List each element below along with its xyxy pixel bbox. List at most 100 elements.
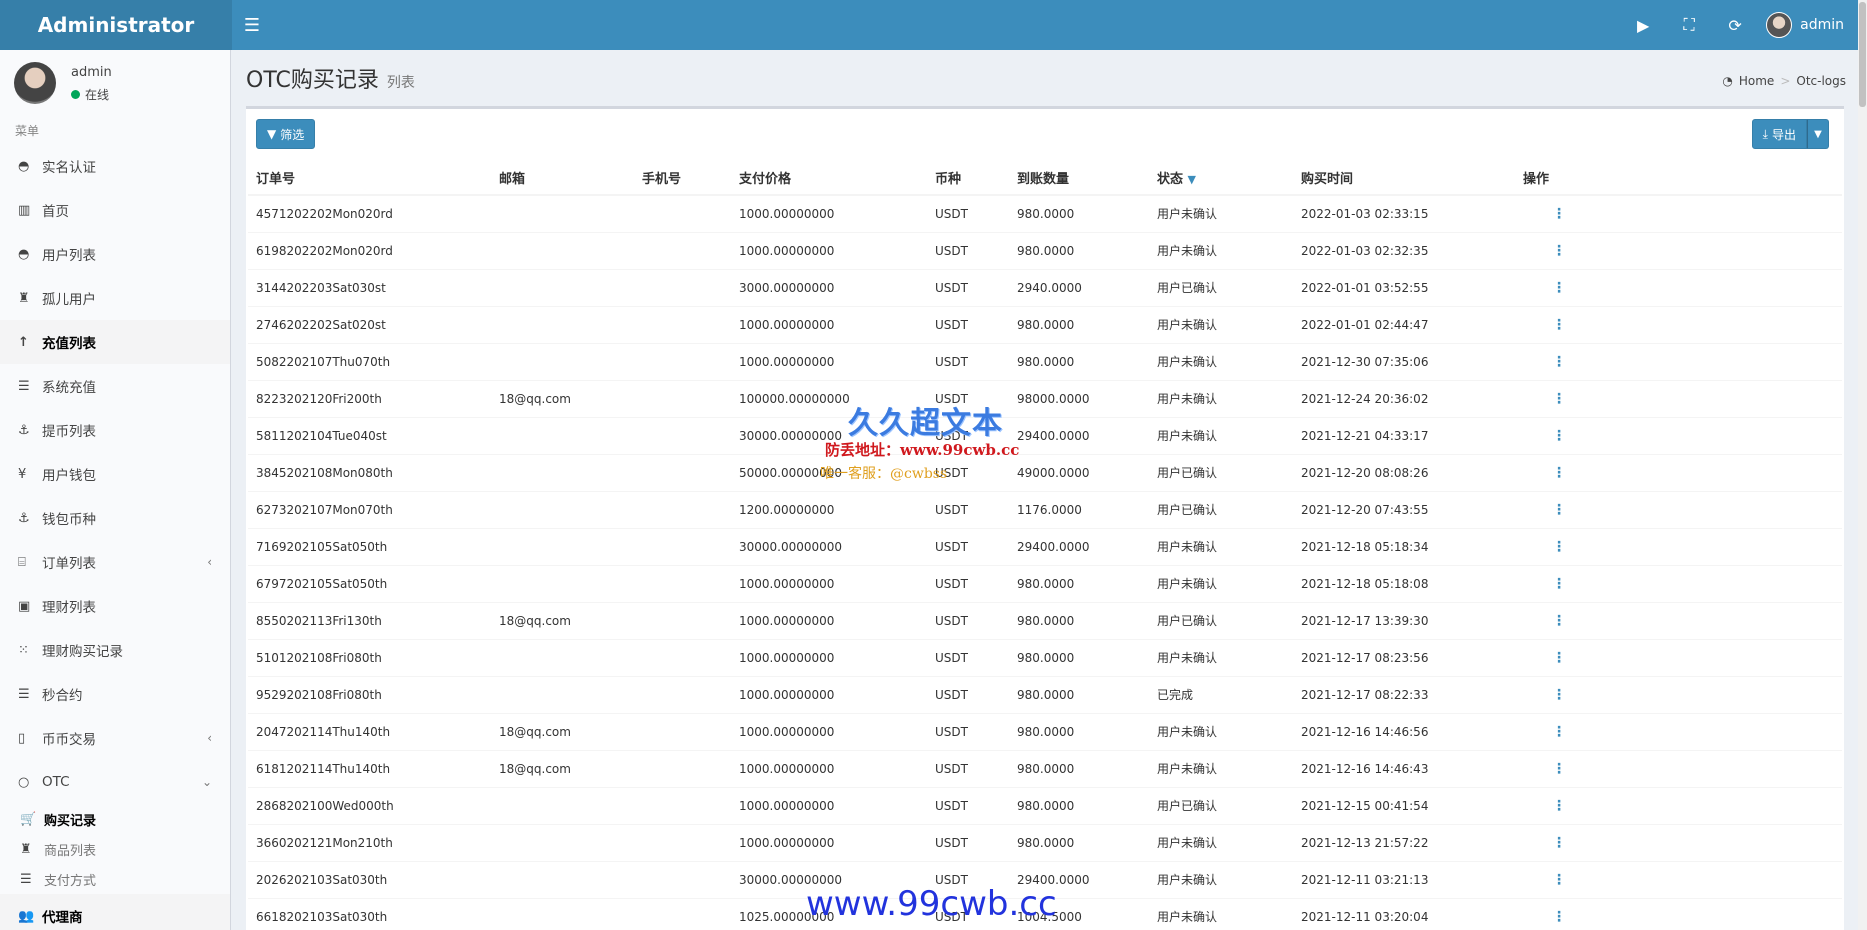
- export-dropdown-toggle[interactable]: ▼: [1807, 119, 1829, 149]
- table-cell: 2021-12-17 08:22:33: [1293, 675, 1515, 713]
- column-header[interactable]: 币种: [927, 160, 1009, 196]
- table-cell: 用户未确认: [1149, 564, 1293, 602]
- row-actions-icon[interactable]: ⋮: [1515, 416, 1595, 454]
- refresh-icon[interactable]: ⟳: [1712, 0, 1758, 50]
- sidebar-item-user-wallet[interactable]: ¥ 用户钱包: [0, 452, 230, 496]
- sidebar-item-realname[interactable]: ◓ 实名认证: [0, 144, 230, 188]
- sidebar-item-orders[interactable]: ⌸ 订单列表 ‹: [0, 540, 230, 584]
- table-cell: [634, 453, 731, 491]
- sidebar-item-home[interactable]: ▥ 首页: [0, 188, 230, 232]
- sidebar-item-deposits[interactable]: ↑ 充值列表: [0, 320, 230, 364]
- row-actions-icon[interactable]: ⋮: [1515, 379, 1595, 417]
- row-actions-icon[interactable]: ⋮: [1515, 527, 1595, 565]
- play-icon[interactable]: ▶: [1620, 0, 1666, 50]
- table-cell: [634, 231, 731, 269]
- user-icon: ◓: [18, 158, 30, 174]
- scrollbar-thumb[interactable]: [1859, 2, 1866, 107]
- row-actions-icon[interactable]: ⋮: [1515, 268, 1595, 306]
- row-actions-icon[interactable]: ⋮: [1515, 564, 1595, 602]
- table-cell: 980.0000: [1009, 638, 1149, 676]
- sidebar-item-second-contract[interactable]: ☰ 秒合约: [0, 672, 230, 716]
- user-menu[interactable]: admin: [1758, 0, 1858, 50]
- table-cell: 2021-12-16 14:46:43: [1293, 749, 1515, 787]
- table-cell: [634, 675, 731, 713]
- brand-logo[interactable]: Administrator: [0, 0, 232, 50]
- table-cell: 18@qq.com: [491, 749, 634, 787]
- row-actions-icon[interactable]: ⋮: [1515, 231, 1595, 269]
- table-cell-spacer: [1595, 564, 1842, 602]
- row-actions-icon[interactable]: ⋮: [1515, 194, 1595, 232]
- table-cell: 7169202105Sat050th: [248, 527, 491, 565]
- table-cell: [634, 786, 731, 824]
- column-header[interactable]: 手机号: [634, 160, 731, 196]
- sidebar-item-system-deposit[interactable]: ☰ 系统充值: [0, 364, 230, 408]
- table-cell: 2022-01-01 02:44:47: [1293, 305, 1515, 343]
- row-actions-icon[interactable]: ⋮: [1515, 749, 1595, 787]
- sidebar-item-finance-purchases[interactable]: ⁙ 理财购买记录: [0, 628, 230, 672]
- table-row: 3144202203Sat030st 3000.00000000 USDT 2940.…: [248, 268, 1842, 306]
- page-scrollbar[interactable]: [1858, 0, 1867, 930]
- column-header[interactable]: 订单号: [248, 160, 491, 196]
- row-actions-icon[interactable]: ⋮: [1515, 860, 1595, 898]
- sidebar-item-finance[interactable]: ▣ 理财列表: [0, 584, 230, 628]
- book-icon: ▣: [18, 598, 31, 614]
- row-actions-icon[interactable]: ⋮: [1515, 675, 1595, 713]
- table-cell-spacer: [1595, 712, 1842, 750]
- table-cell: USDT: [927, 268, 1009, 306]
- sidebar-subitem-payment-methods[interactable]: ☰ 支付方式: [0, 864, 230, 894]
- download-icon: ⤓: [1762, 126, 1768, 141]
- table-cell: 5101202108Fri080th: [248, 638, 491, 676]
- table-cell: 用户未确认: [1149, 823, 1293, 861]
- breadcrumb-home[interactable]: Home: [1739, 74, 1774, 88]
- row-actions-icon[interactable]: ⋮: [1515, 601, 1595, 639]
- navbar-right: ▶ ⛶ ⟳ admin: [1620, 0, 1858, 50]
- row-actions-icon[interactable]: ⋮: [1515, 786, 1595, 824]
- table-cell: 用户未确认: [1149, 305, 1293, 343]
- table-cell: 2021-12-17 13:39:30: [1293, 601, 1515, 639]
- column-header[interactable]: 支付价格: [731, 160, 927, 196]
- sidebar-item-users[interactable]: ◓ 用户列表: [0, 232, 230, 276]
- table-cell: 用户未确认: [1149, 712, 1293, 750]
- row-actions-icon[interactable]: ⋮: [1515, 305, 1595, 343]
- column-header[interactable]: 到账数量: [1009, 160, 1149, 196]
- sidebar-subitem-purchase-records[interactable]: 🛒 购买记录: [0, 804, 230, 834]
- table-cell: USDT: [927, 490, 1009, 528]
- sidebar-item-orphan-users[interactable]: ♜ 孤儿用户: [0, 276, 230, 320]
- column-header[interactable]: 购买时间: [1293, 160, 1515, 196]
- records-box: ▼ 筛选 ⤓ 导出 ▼ 订单号 邮箱 手机号 支付价格 币种 到账数量 状态 ▼: [246, 106, 1844, 930]
- table-cell-spacer: [1595, 860, 1842, 898]
- export-button[interactable]: ⤓ 导出: [1751, 119, 1807, 149]
- sidebar-item-agents[interactable]: 👥 代理商: [0, 894, 230, 930]
- filter-icon[interactable]: ▼: [1188, 173, 1196, 186]
- row-actions-icon[interactable]: ⋮: [1515, 897, 1595, 930]
- row-actions-icon[interactable]: ⋮: [1515, 342, 1595, 380]
- anchor-icon: ⚓: [18, 510, 30, 526]
- row-actions-icon[interactable]: ⋮: [1515, 490, 1595, 528]
- table-row: 6797202105Sat050th 1000.00000000 USDT 980.0…: [248, 564, 1842, 602]
- filter-button[interactable]: ▼ 筛选: [256, 119, 316, 149]
- table-cell: [634, 897, 731, 930]
- table-cell: 用户已确认: [1149, 601, 1293, 639]
- sidebar-item-coin-trade[interactable]: ▯ 币币交易 ‹: [0, 716, 230, 760]
- column-header[interactable]: 邮箱: [491, 160, 634, 196]
- table-cell: [634, 823, 731, 861]
- sidebar-subitem-products[interactable]: ♜ 商品列表: [0, 834, 230, 864]
- sidebar-item-wallet-currency[interactable]: ⚓ 钱包币种: [0, 496, 230, 540]
- column-spacer: [1595, 160, 1842, 196]
- table-cell: 3144202203Sat030st: [248, 268, 491, 306]
- column-header-status[interactable]: 状态 ▼: [1149, 160, 1293, 196]
- table-cell: 6181202114Thu140th: [248, 749, 491, 787]
- menu-icon[interactable]: ☰: [232, 0, 272, 50]
- sidebar-item-withdrawals[interactable]: ⚓ 提币列表: [0, 408, 230, 452]
- table-cell-spacer: [1595, 897, 1842, 930]
- fullscreen-icon[interactable]: ⛶: [1666, 0, 1712, 50]
- sidebar-item-otc[interactable]: ○ OTC ⌄: [0, 760, 230, 804]
- breadcrumb: ◔ Home > Otc-logs: [1722, 74, 1846, 88]
- row-actions-icon[interactable]: ⋮: [1515, 453, 1595, 491]
- table-row: 5101202108Fri080th 1000.00000000 USDT 980.0…: [248, 638, 1842, 676]
- row-actions-icon[interactable]: ⋮: [1515, 712, 1595, 750]
- table-cell: 5082202107Thu070th: [248, 342, 491, 380]
- row-actions-icon[interactable]: ⋮: [1515, 638, 1595, 676]
- table-cell: 49000.0000: [1009, 453, 1149, 491]
- row-actions-icon[interactable]: ⋮: [1515, 823, 1595, 861]
